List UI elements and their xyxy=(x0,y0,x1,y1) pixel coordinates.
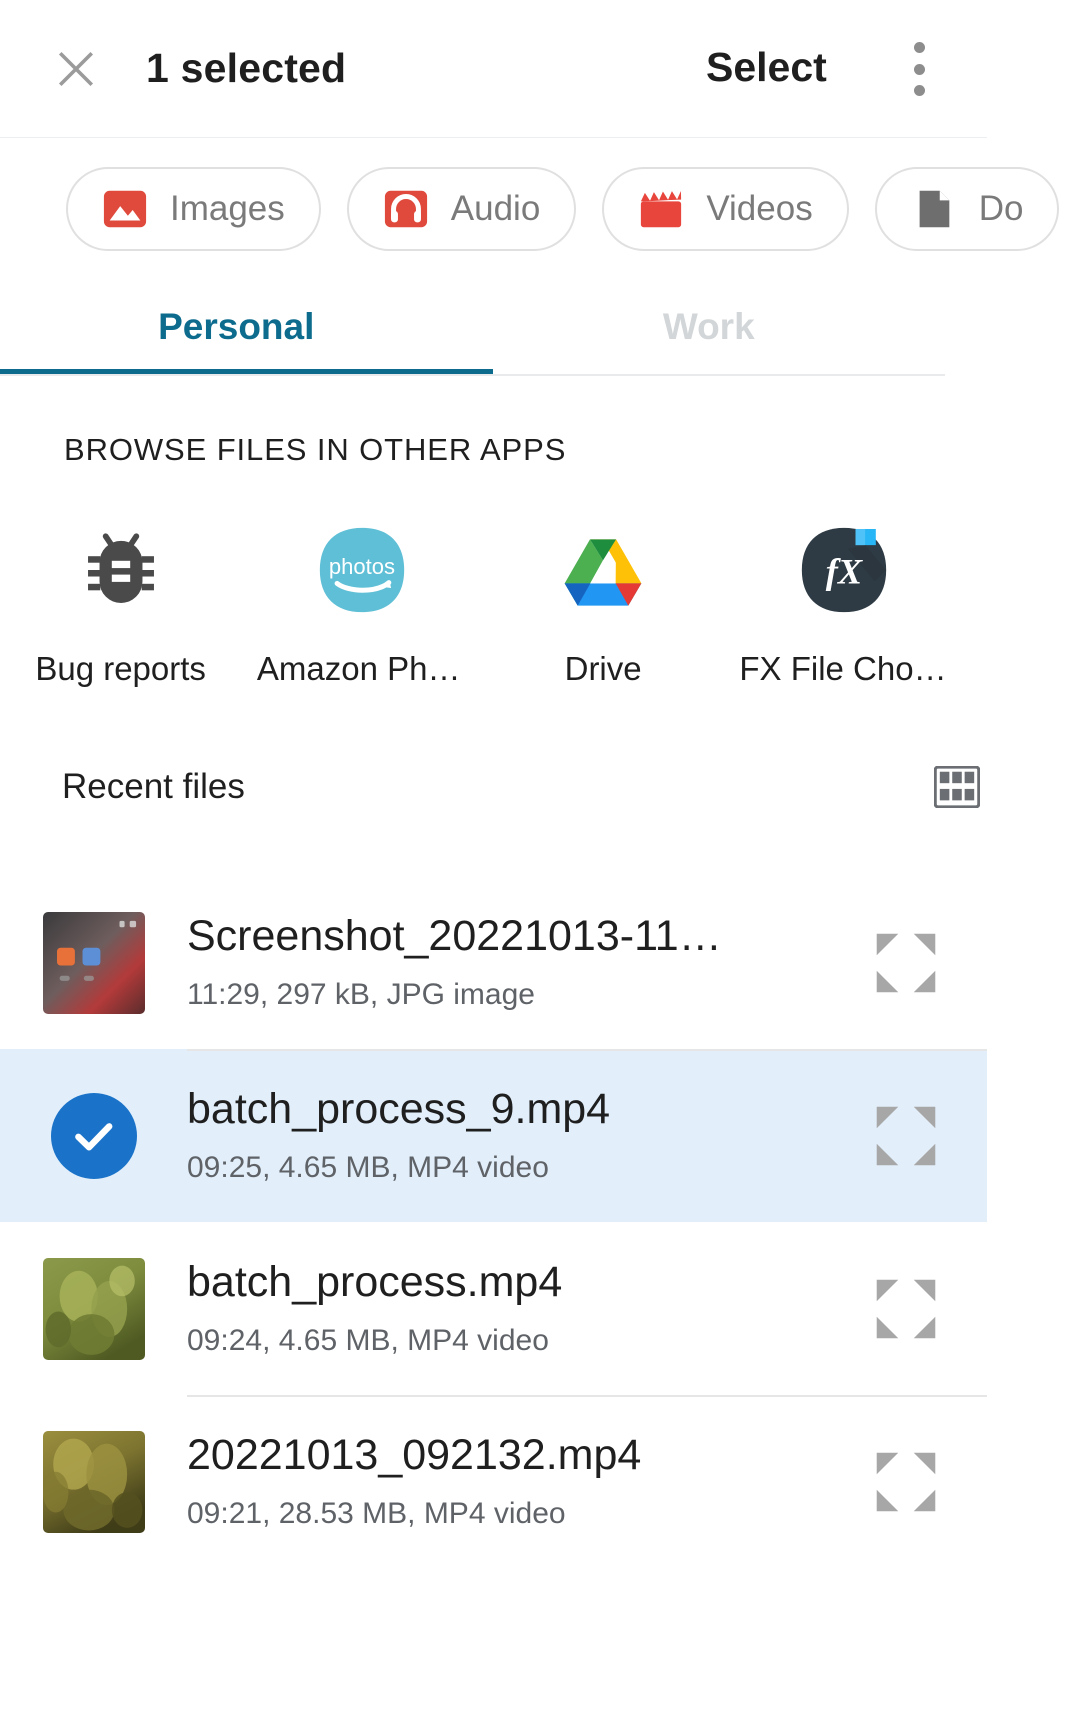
movie-clapper-icon xyxy=(638,186,684,232)
table-row[interactable]: batch_process.mp4 09:24, 4.65 MB, MP4 vi… xyxy=(0,1222,987,1395)
expand-icon[interactable] xyxy=(869,1272,943,1346)
grid-view-icon[interactable] xyxy=(933,765,981,809)
file-info: batch_process_9.mp4 09:25, 4.65 MB, MP4 … xyxy=(187,1086,869,1185)
recent-files-list: Screenshot_20221013-11… 11:29, 297 kB, J… xyxy=(0,876,987,1568)
fx-file-explorer-icon: fX xyxy=(798,524,890,616)
bug-icon xyxy=(75,524,167,616)
expand-icon[interactable] xyxy=(869,1099,943,1173)
file-meta: 09:21, 28.53 MB, MP4 video xyxy=(187,1497,566,1531)
filter-chip-audio[interactable]: Audio xyxy=(346,167,577,251)
table-row[interactable]: Screenshot_20221013-11… 11:29, 297 kB, J… xyxy=(0,876,987,1049)
filter-chip-label: Videos xyxy=(706,189,813,228)
table-row[interactable]: 20221013_092132.mp4 09:21, 28.53 MB, MP4… xyxy=(0,1395,987,1568)
app-shortcut-drive[interactable]: Drive xyxy=(483,524,724,688)
app-shortcut-label: Amazon Pho… xyxy=(256,650,467,687)
selection-count-title: 1 selected xyxy=(146,45,347,91)
file-meta: 09:24, 4.65 MB, MP4 video xyxy=(187,1324,549,1358)
document-picker-screen: 1 selected Select Images Audio Videos Do… xyxy=(0,0,1080,1715)
svg-text:photos: photos xyxy=(329,554,395,579)
amazon-photos-icon: photos xyxy=(316,524,408,616)
filter-chip-label: Do xyxy=(978,189,1024,228)
filter-chip-label: Audio xyxy=(450,189,541,228)
tab-label: Work xyxy=(662,306,755,347)
file-meta: 09:25, 4.65 MB, MP4 video xyxy=(187,1151,549,1185)
screenshot-thumbnail xyxy=(42,911,145,1014)
app-shortcut-label: FX File Choo… xyxy=(739,650,950,687)
recent-files-title: Recent files xyxy=(62,767,245,806)
select-button[interactable]: Select xyxy=(706,44,827,91)
document-icon xyxy=(911,186,957,232)
app-shortcut-amazon-photos[interactable]: photos Amazon Pho… xyxy=(241,524,482,688)
row-divider xyxy=(187,1049,987,1051)
app-shortcut-label: Bug reports xyxy=(35,650,206,687)
headphones-icon xyxy=(383,186,429,232)
browse-section-header: BROWSE FILES IN OTHER APPS xyxy=(64,432,567,467)
expand-icon[interactable] xyxy=(869,1445,943,1519)
table-row[interactable]: batch_process_9.mp4 09:25, 4.65 MB, MP4 … xyxy=(0,1049,987,1222)
recent-files-header: Recent files xyxy=(0,688,1080,809)
app-shortcut-fx-file-chooser[interactable]: fX FX File Choo… xyxy=(724,524,965,688)
file-thumbnail-wrap xyxy=(0,1092,187,1179)
file-name: 20221013_092132.mp4 xyxy=(187,1431,642,1479)
filter-chip-row[interactable]: Images Audio Videos Do xyxy=(0,138,1080,280)
svg-text:fX: fX xyxy=(826,551,864,591)
selected-checkmark[interactable] xyxy=(50,1092,137,1179)
close-button[interactable] xyxy=(30,42,122,96)
file-name: batch_process_9.mp4 xyxy=(187,1085,611,1133)
plant-thumbnail xyxy=(42,1257,145,1360)
app-bar: 1 selected Select xyxy=(0,0,987,138)
file-thumbnail-wrap xyxy=(0,1430,187,1533)
google-drive-icon xyxy=(557,524,649,616)
app-shortcut-bug-reports[interactable]: Bug reports xyxy=(0,524,241,688)
file-meta: 11:29, 297 kB, JPG image xyxy=(187,978,535,1012)
account-tab-bar[interactable]: Personal Work xyxy=(0,280,945,374)
file-info: 20221013_092132.mp4 09:21, 28.53 MB, MP4… xyxy=(187,1432,869,1531)
filter-chip-videos[interactable]: Videos xyxy=(602,167,849,251)
plant-thumbnail xyxy=(42,1430,145,1533)
tab-personal[interactable]: Personal xyxy=(0,280,473,374)
tab-active-indicator xyxy=(0,369,493,374)
tab-work[interactable]: Work xyxy=(473,280,946,374)
other-apps-grid: Bug reports photos Amazon Pho… Drive fX … xyxy=(0,468,965,688)
filter-chip-images[interactable]: Images xyxy=(66,167,321,251)
filter-chip-documents[interactable]: Do xyxy=(874,167,1060,251)
close-icon xyxy=(49,42,103,96)
file-name: Screenshot_20221013-11… xyxy=(187,912,722,960)
filter-chip-label: Images xyxy=(170,189,285,228)
expand-icon[interactable] xyxy=(869,926,943,1000)
file-name: batch_process.mp4 xyxy=(187,1258,563,1306)
file-thumbnail-wrap xyxy=(0,911,187,1014)
tab-label: Personal xyxy=(158,306,315,347)
file-thumbnail-wrap xyxy=(0,1257,187,1360)
file-info: Screenshot_20221013-11… 11:29, 297 kB, J… xyxy=(187,913,869,1012)
image-icon xyxy=(102,186,148,232)
overflow-menu-icon[interactable] xyxy=(900,38,938,100)
app-shortcut-label: Drive xyxy=(564,650,642,687)
row-divider xyxy=(187,1395,987,1397)
file-info: batch_process.mp4 09:24, 4.65 MB, MP4 vi… xyxy=(187,1259,869,1358)
